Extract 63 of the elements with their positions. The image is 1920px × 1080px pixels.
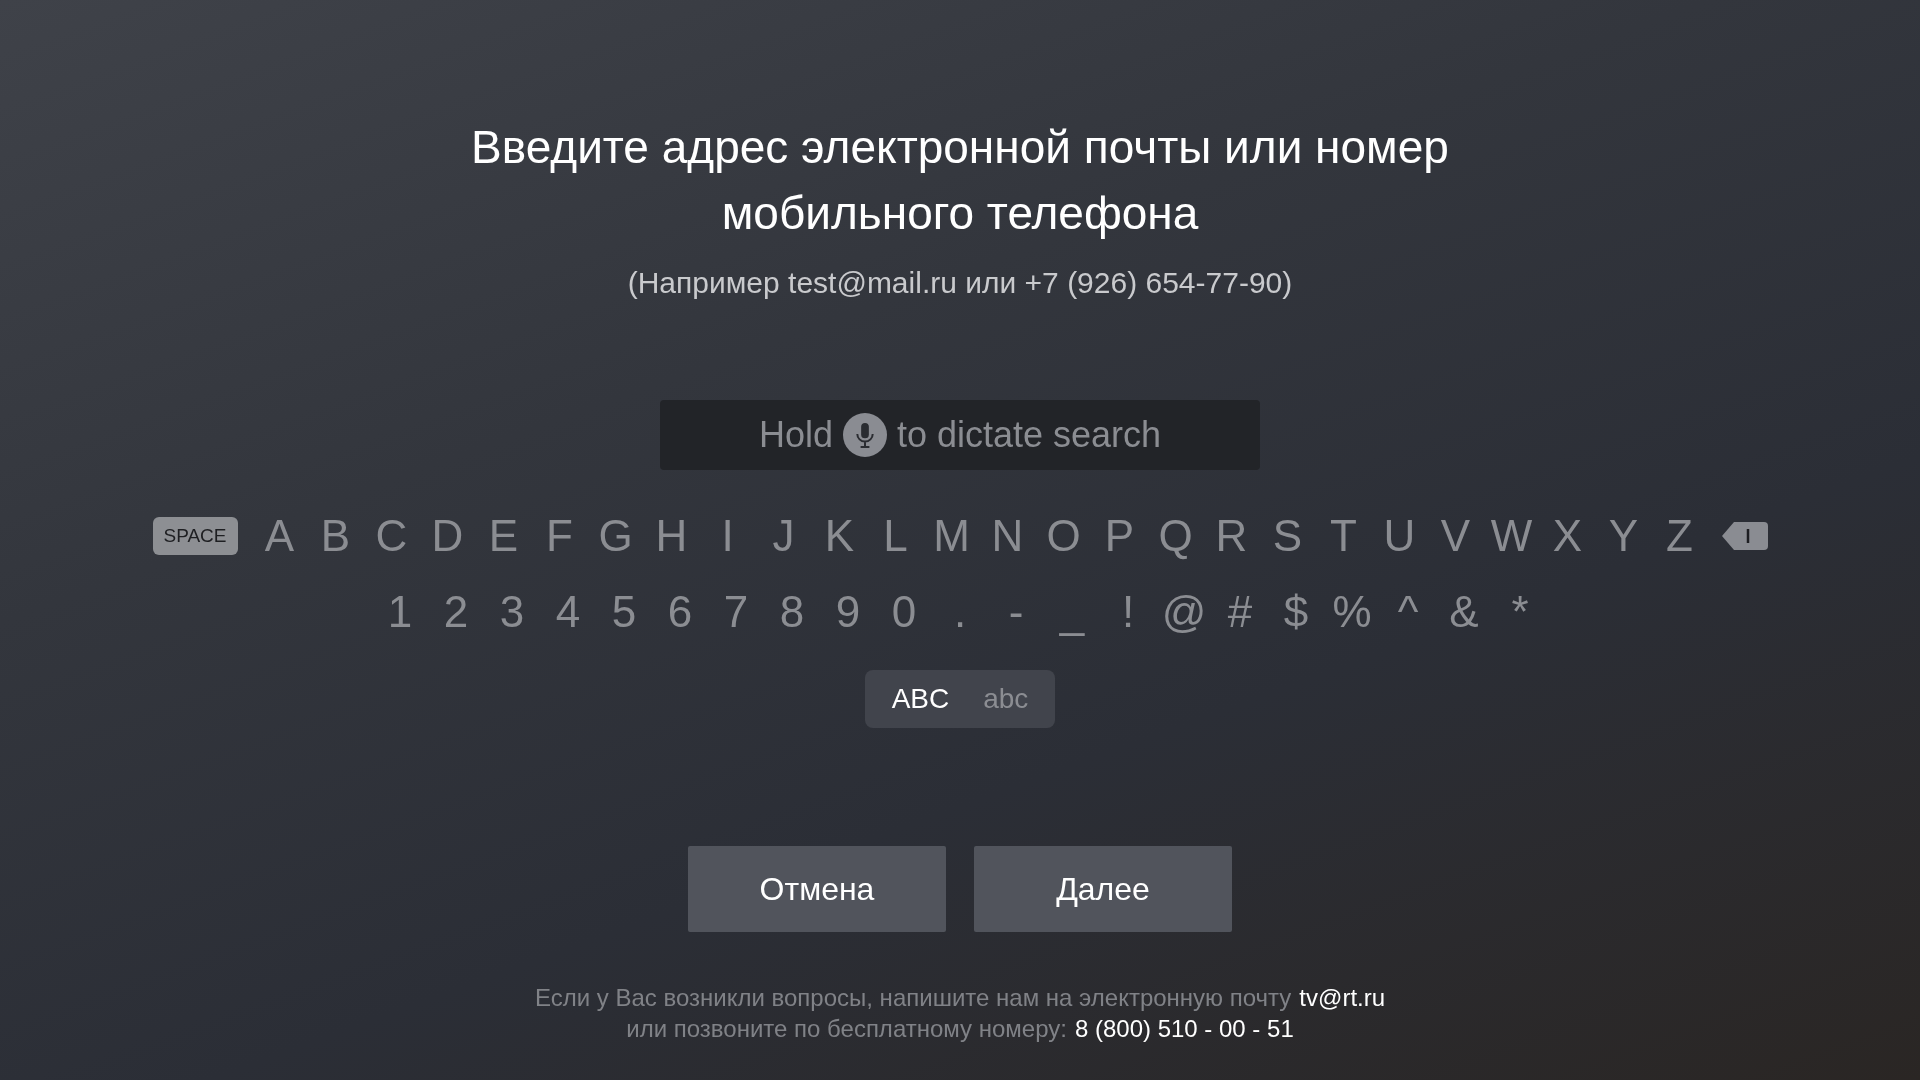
hint-text: (Например test@mail.ru или +7 (926) 654-77-90) (627, 266, 1293, 300)
keyboard-key[interactable]: 5 (596, 587, 652, 637)
keyboard-key[interactable]: V (1427, 511, 1484, 561)
keyboard-key[interactable]: 1 (372, 587, 428, 637)
keyboard-key[interactable]: & (1436, 587, 1492, 637)
keyboard-key[interactable]: M (923, 511, 980, 561)
keyboard-key[interactable]: ! (1100, 587, 1156, 637)
placeholder-text: Hold (758, 414, 833, 456)
keyboard-key[interactable]: 7 (708, 587, 764, 637)
case-option[interactable]: abc (966, 683, 1046, 715)
space-key[interactable]: SPACE (152, 517, 238, 555)
keyboard-key[interactable]: J (755, 511, 812, 561)
dialog-button[interactable]: Далее (974, 846, 1232, 932)
keyboard-key[interactable]: D (419, 511, 476, 561)
keyboard-key[interactable]: W (1483, 511, 1540, 561)
keyboard-key[interactable]: $ (1268, 587, 1324, 637)
keyboard-key[interactable]: C (363, 511, 420, 561)
keyboard-key[interactable]: P (1091, 511, 1148, 561)
keyboard-key[interactable]: 3 (484, 587, 540, 637)
keyboard-key[interactable]: Q (1147, 511, 1204, 561)
placeholder-text: to dictate search (896, 414, 1162, 456)
keyboard-key[interactable]: - (988, 587, 1044, 637)
search-field[interactable]: Hold to dictate search (660, 400, 1260, 470)
keyboard-key[interactable]: B (307, 511, 364, 561)
keyboard-key[interactable]: % (1324, 587, 1380, 637)
keyboard-key[interactable]: X (1539, 511, 1596, 561)
keyboard-key[interactable]: A (251, 511, 308, 561)
keyboard-key[interactable]: T (1315, 511, 1372, 561)
contact-text: tv@rt.ru (1299, 983, 1386, 1013)
keyboard-key[interactable]: N (979, 511, 1036, 561)
keyboard-key[interactable]: . (932, 587, 988, 637)
keyboard-key[interactable]: 2 (428, 587, 484, 637)
keyboard-key[interactable]: F (531, 511, 588, 561)
microphone-icon (842, 413, 887, 457)
keyboard-key[interactable]: 6 (652, 587, 708, 637)
keyboard-key[interactable]: H (643, 511, 700, 561)
keyboard-key[interactable]: 9 (820, 587, 876, 637)
keyboard-key[interactable]: I (699, 511, 756, 561)
keyboard-key[interactable]: K (811, 511, 868, 561)
keyboard-key[interactable]: G (587, 511, 644, 561)
keyboard-key[interactable]: # (1212, 587, 1268, 637)
keyboard-key[interactable]: 4 (540, 587, 596, 637)
case-option[interactable]: ABC (874, 683, 967, 715)
keyboard-key[interactable]: 0 (876, 587, 932, 637)
keyboard-key[interactable]: ^ (1380, 587, 1436, 637)
keyboard-key[interactable]: O (1035, 511, 1092, 561)
keyboard-key[interactable]: 8 (764, 587, 820, 637)
contact-text: 8 (800) 510 - 00 - 51 (1074, 1014, 1294, 1044)
backspace-icon[interactable] (1721, 521, 1768, 551)
dialog-title: Введите адрес электронной почты или номер мобильного телефона (470, 120, 1450, 241)
footer-text: или позвоните по бесплатному номеру: (626, 1014, 1067, 1044)
keyboard-key[interactable]: U (1371, 511, 1428, 561)
keyboard-key[interactable]: Z (1651, 511, 1708, 561)
keyboard-key[interactable]: Y (1595, 511, 1652, 561)
keyboard-key[interactable]: R (1203, 511, 1260, 561)
keyboard-key[interactable]: E (475, 511, 532, 561)
keyboard-key[interactable]: * (1492, 587, 1548, 637)
keyboard-key[interactable]: S (1259, 511, 1316, 561)
keyboard-key[interactable]: @ (1156, 587, 1212, 637)
keyboard-key[interactable]: L (867, 511, 924, 561)
keyboard-key[interactable]: _ (1044, 587, 1100, 637)
dialog-button[interactable]: Отмена (688, 846, 946, 932)
footer-text: Если у Вас возникли вопросы, напишите нам на электронную почту (534, 983, 1292, 1013)
